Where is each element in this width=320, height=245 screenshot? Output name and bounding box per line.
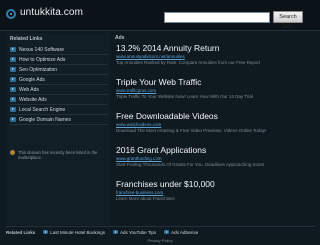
footer-link-3[interactable]: Ads AdSense <box>164 230 198 235</box>
ad-description: Triple Traffic To Your Website Now! Lear… <box>116 94 253 99</box>
footer-link-2[interactable]: Ads YouTube Tips <box>113 230 156 235</box>
ad-title[interactable]: 2016 Grant Applications <box>116 145 206 155</box>
sidebar-item-label: Local Search Engine <box>19 106 66 113</box>
ad-title[interactable]: 13.2% 2014 Annuity Return <box>116 43 220 53</box>
privacy-policy-link[interactable]: Privacy Policy <box>0 238 320 243</box>
sidebar-item-5[interactable]: Web Ads <box>10 85 108 95</box>
ad-listing[interactable]: 13.2% 2014 Annuity Return www.annuityadv… <box>115 43 315 69</box>
ad-url[interactable]: franchise-business.com <box>116 190 163 195</box>
ad-description: Top Annuities Ranked by Rate, Compare An… <box>116 60 261 65</box>
arrow-right-icon <box>43 230 49 234</box>
ads-title: Ads <box>115 35 125 41</box>
header: untukkita.com Search Ads <box>0 0 320 30</box>
sidebar-item-8[interactable]: Google Domain Names <box>10 115 108 125</box>
ad-title[interactable]: Triple Your Web Traffic <box>116 77 201 87</box>
domain-notice: This domain has recently been listed in … <box>10 150 108 164</box>
sidebar-list: Nexus 140 Software How to Optimize Ads S… <box>10 45 108 125</box>
sidebar-item-label: Google Ads <box>19 76 45 83</box>
ad-url[interactable]: www.annuityadvisors.net/annuities <box>116 54 185 59</box>
site-name[interactable]: untukkita.com <box>20 7 83 18</box>
arrow-right-icon <box>10 87 16 92</box>
ad-listing[interactable]: 2016 Grant Applications www.grantfunding… <box>115 145 315 171</box>
ad-url[interactable]: www.trafficpros.com <box>116 88 156 93</box>
sidebar-item-2[interactable]: How to Optimize Ads <box>10 55 108 65</box>
footer-link-label: Last Minute Hotel Bookings <box>50 229 106 235</box>
globe-logo-icon <box>6 9 16 19</box>
ad-url[interactable]: www.grantfunding.com <box>116 156 162 161</box>
sidebar-item-3[interactable]: Seo Optimization <box>10 65 108 75</box>
sidebar-item-7[interactable]: Local Search Engine <box>10 105 108 115</box>
ad-listing[interactable]: Free Downloadable Videos www.watchvideos… <box>115 111 315 137</box>
sidebar-item-label: Website Ads <box>19 96 47 103</box>
footer-related-links: Related Links Last Minute Hotel Bookings… <box>6 228 315 236</box>
arrow-right-icon <box>10 117 16 122</box>
ad-description: Download The Most Amazing & Free Video P… <box>116 128 267 133</box>
footer-link-label: Ads AdSense <box>171 229 199 235</box>
search-input[interactable] <box>164 12 270 23</box>
footer-link-1[interactable]: Last Minute Hotel Bookings <box>43 230 105 235</box>
header-divider <box>0 30 320 31</box>
ads-section: Ads 13.2% 2014 Annuity Return www.annuit… <box>115 33 315 225</box>
arrow-right-icon <box>113 230 119 234</box>
footer-related-title: Related Links <box>6 229 36 235</box>
ad-url[interactable]: www.watchvideos.com <box>116 122 161 127</box>
sidebar-title: Related Links <box>10 36 43 42</box>
sidebar-item-1[interactable]: Nexus 140 Software <box>10 45 108 55</box>
ad-description: Learn More about Franchises <box>116 196 175 201</box>
arrow-right-icon <box>10 57 16 62</box>
sidebar-item-label: Seo Optimization <box>19 66 58 73</box>
footer-divider <box>6 226 315 227</box>
sidebar-item-6[interactable]: Website Ads <box>10 95 108 105</box>
domain-notice-text: This domain has recently been listed in … <box>18 150 98 160</box>
sidebar-related-links: Related Links Nexus 140 Software How to … <box>6 33 110 225</box>
arrow-right-icon <box>10 47 16 52</box>
ad-description: Start Finding Thousands Of Grants For Yo… <box>116 162 265 167</box>
ad-title[interactable]: Free Downloadable Videos <box>116 111 218 121</box>
sidebar-item-label: How to Optimize Ads <box>19 56 66 63</box>
sidebar-item-label: Google Domain Names <box>19 116 71 123</box>
arrow-right-icon <box>10 107 16 112</box>
ad-listing[interactable]: Franchises under $10,000 franchise-busin… <box>115 179 315 205</box>
sidebar-item-4[interactable]: Google Ads <box>10 75 108 85</box>
ad-listing[interactable]: Triple Your Web Traffic www.trafficpros.… <box>115 77 315 103</box>
arrow-right-icon <box>164 230 170 234</box>
arrow-right-icon <box>10 97 16 102</box>
arrow-right-icon <box>10 77 16 82</box>
sidebar-item-label: Nexus 140 Software <box>19 46 65 53</box>
sidebar-item-label: Web Ads <box>19 86 39 93</box>
footer-link-label: Ads YouTube Tips <box>120 229 157 235</box>
ad-title[interactable]: Franchises under $10,000 <box>116 179 215 189</box>
arrow-right-icon <box>10 67 16 72</box>
search-ads-button[interactable]: Search Ads <box>273 11 303 30</box>
info-icon <box>10 150 15 155</box>
